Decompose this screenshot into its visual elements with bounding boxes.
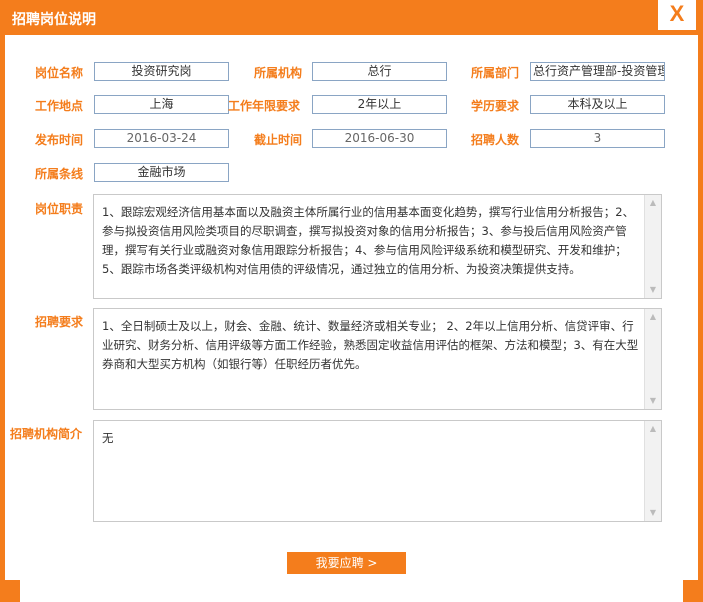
org-intro-scrollbar[interactable]: ▲ ▼ [644,421,661,521]
publish-date-field: 2016-03-24 [94,129,229,148]
requirements-scrollbar[interactable]: ▲ ▼ [644,309,661,409]
institution-field: 总行 [312,62,447,81]
requirements-label: 招聘要求 [35,315,84,329]
scroll-down-icon[interactable]: ▼ [645,393,661,409]
publish-date-label: 发布时间 [35,133,84,147]
education-label: 学历要求 [471,99,520,113]
headcount-field: 3 [530,129,665,148]
scroll-down-icon[interactable]: ▼ [645,505,661,521]
deadline-label: 截止时间 [254,133,303,147]
duties-label: 岗位职责 [35,202,84,216]
close-button[interactable]: X [658,0,696,30]
location-label: 工作地点 [35,99,84,113]
department-label: 所属部门 [471,66,520,80]
position-name-field: 投资研究岗 [94,62,229,81]
scroll-up-icon[interactable]: ▲ [645,195,661,211]
education-field: 本科及以上 [530,95,665,114]
dialog-left-border [0,35,5,602]
org-intro-text: 无 [102,431,114,445]
business-line-label: 所属条线 [35,167,84,181]
org-intro-textarea[interactable]: 无 ▲ ▼ [93,420,662,522]
position-name-label: 岗位名称 [35,66,84,80]
requirements-text: 1、全日制硕士及以上，财会、金融、统计、数量经济或相关专业； 2、2年以上信用分… [102,319,639,371]
department-field: 总行资产管理部-投资管理 [530,62,665,81]
dialog-right-border [698,35,703,602]
scroll-up-icon[interactable]: ▲ [645,309,661,325]
dialog-titlebar: 招聘岗位说明 [0,0,703,35]
dialog-bottom-right-corner [683,580,698,602]
experience-field: 2年以上 [312,95,447,114]
org-intro-label: 招聘机构简介 [10,427,83,441]
duties-textarea[interactable]: 1、跟踪宏观经济信用基本面以及融资主体所属行业的信用基本面变化趋势，撰写行业信用… [93,194,662,299]
business-line-field: 金融市场 [94,163,229,182]
headcount-label: 招聘人数 [471,133,520,147]
experience-label: 工作年限要求 [228,99,301,113]
location-field: 上海 [94,95,229,114]
dialog-bottom-left-corner [5,580,20,602]
apply-button[interactable]: 我要应聘 > [287,552,406,574]
duties-scrollbar[interactable]: ▲ ▼ [644,195,661,298]
institution-label: 所属机构 [254,66,303,80]
duties-text: 1、跟踪宏观经济信用基本面以及融资主体所属行业的信用基本面变化趋势，撰写行业信用… [102,205,635,276]
requirements-textarea[interactable]: 1、全日制硕士及以上，财会、金融、统计、数量经济或相关专业； 2、2年以上信用分… [93,308,662,410]
dialog-title: 招聘岗位说明 [12,12,96,28]
scroll-down-icon[interactable]: ▼ [645,282,661,298]
scroll-up-icon[interactable]: ▲ [645,421,661,437]
deadline-field: 2016-06-30 [312,129,447,148]
